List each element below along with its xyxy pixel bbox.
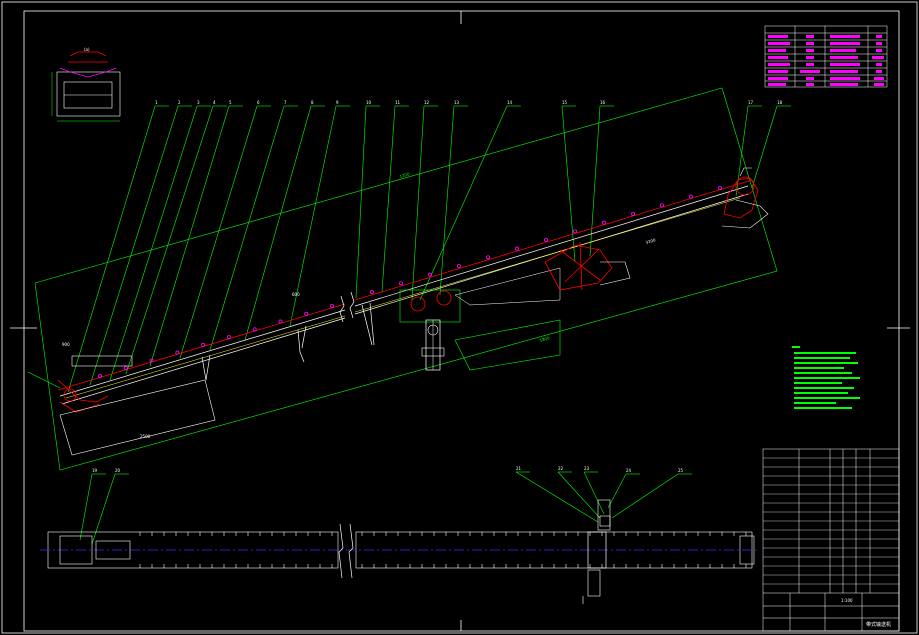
conveyor-elevation (57, 167, 769, 456)
inclined-dimension-frame (34, 87, 778, 471)
idler-roller (278, 319, 283, 324)
leader-line (109, 105, 198, 381)
part-number-label: 16 (600, 100, 606, 105)
leader-line (27, 371, 61, 389)
part-number-label: 2 (178, 100, 181, 105)
leader-line (179, 105, 258, 359)
take-up-station (454, 241, 631, 371)
idler-roller (456, 263, 461, 268)
drawing-title: 带式输送机 (866, 621, 891, 628)
title-block-text: 1:100 带式输送机 (841, 598, 891, 628)
leader-lines (27, 105, 791, 545)
part-number-label: 6 (257, 100, 260, 105)
leader-line (439, 105, 455, 296)
leader-line (411, 105, 425, 301)
leader-line (209, 105, 285, 351)
dimension-text: 600 (292, 292, 300, 297)
leader-line (355, 105, 367, 299)
part-number-label: 13 (454, 100, 460, 105)
dimension-text: 2500 (140, 434, 151, 439)
technical-notes (792, 346, 860, 409)
leader-line (125, 105, 214, 375)
part-number-label: 1 (155, 100, 158, 105)
leader-line (89, 105, 179, 386)
part-number-label: 19 (92, 468, 98, 473)
leader-line (561, 105, 576, 263)
cross-section-detail: (a) (51, 47, 121, 122)
dimension-texts: 1200 2500 1800 3200 900 600 (62, 171, 656, 439)
leader-line (557, 471, 601, 519)
leader-line (91, 473, 116, 545)
leader-line (611, 473, 679, 519)
supports (201, 302, 375, 381)
head-station (721, 167, 769, 229)
leader-line (244, 105, 312, 341)
dimension-text: 3200 (645, 237, 657, 245)
idler-roller (660, 203, 665, 208)
part-number-label: 18 (777, 100, 783, 105)
tail-station (57, 355, 133, 413)
svg-text:(a): (a) (84, 47, 90, 52)
idler-roller (689, 194, 694, 199)
idler-roller (252, 327, 257, 332)
idler-roller (544, 237, 549, 242)
part-number-label: 15 (562, 100, 568, 105)
idler-roller (515, 246, 520, 251)
part-number-label: 8 (311, 100, 314, 105)
leader-line (67, 105, 156, 393)
idler-roller (369, 289, 374, 294)
leader-line (381, 105, 396, 293)
idler-roller (398, 281, 403, 286)
title-block-rows (763, 457, 899, 585)
part-number-label: 23 (584, 466, 590, 471)
part-number-label: 17 (748, 100, 754, 105)
part-number-label: 22 (558, 466, 564, 471)
idler-roller (226, 335, 231, 340)
idler-roller (329, 303, 334, 308)
part-number-label: 9 (336, 100, 339, 105)
part-number-label: 14 (507, 100, 513, 105)
cad-drawing-canvas: (a) 1 2 3 4 5 6 7 8 9 10 11 12 13 14 15 … (1, 1, 918, 634)
drawing-scale: 1:100 (841, 598, 853, 603)
part-number-label: 24 (626, 468, 632, 473)
part-number-label: 10 (366, 100, 372, 105)
part-number-labels: 1 2 3 4 5 6 7 8 9 10 11 12 13 14 15 16 1… (92, 100, 783, 473)
idler-roller (201, 342, 206, 347)
leader-line (79, 473, 93, 541)
idler-roller (631, 211, 636, 216)
part-number-label: 25 (678, 468, 684, 473)
idler-roller (304, 311, 309, 316)
parts-table-fill (768, 35, 884, 86)
conveyor-plan-view (40, 499, 760, 604)
tail-support-frame (59, 379, 216, 456)
leader-line (515, 471, 599, 523)
part-number-label: 21 (516, 466, 522, 471)
idler-roller (175, 350, 180, 355)
outer-sheet-frame (1, 1, 918, 634)
part-number-label: 4 (213, 100, 216, 105)
leader-line (583, 471, 605, 515)
part-number-label: 11 (395, 100, 401, 105)
part-number-label: 12 (424, 100, 430, 105)
idler-roller (602, 220, 607, 225)
title-block (762, 448, 900, 632)
idler-roller (718, 185, 723, 190)
part-number-label: 7 (284, 100, 287, 105)
part-number-label: 20 (115, 468, 121, 473)
leader-line (735, 105, 749, 197)
leader-line (751, 105, 778, 189)
idler-roller (485, 255, 490, 260)
part-number-label: 3 (197, 100, 200, 105)
drive-assembly (399, 267, 561, 371)
dimension-text: 900 (62, 342, 70, 347)
idler-roller (573, 229, 578, 234)
carrying-idlers (98, 185, 723, 378)
part-number-label: 5 (229, 100, 232, 105)
leader-line (607, 473, 627, 509)
